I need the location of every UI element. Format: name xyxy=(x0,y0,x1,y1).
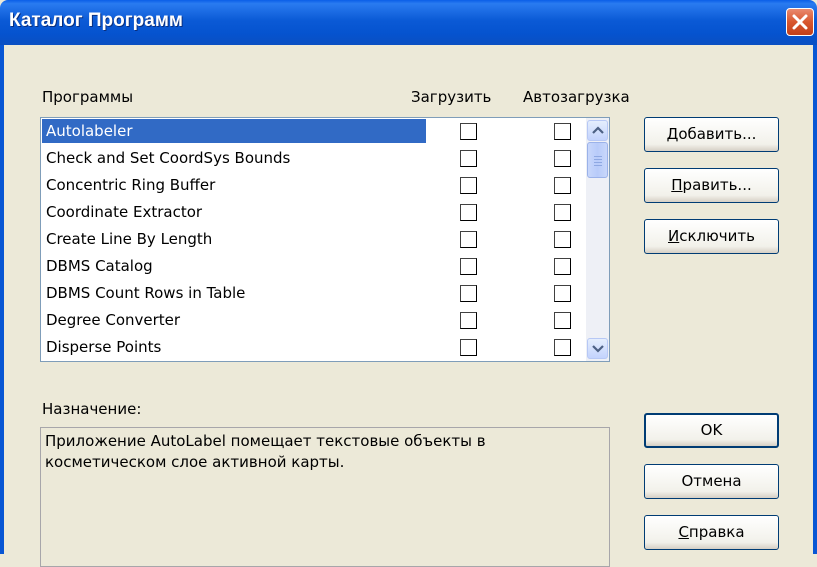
list-item[interactable]: Concentric Ring Buffer xyxy=(41,172,587,199)
autoload-checkbox[interactable] xyxy=(554,285,571,302)
description-box: Приложение AutoLabel помещает текстовые … xyxy=(40,427,610,567)
program-name: Degree Converter xyxy=(46,311,181,329)
scroll-thumb[interactable] xyxy=(587,142,608,178)
load-checkbox[interactable] xyxy=(460,258,477,275)
add-mnemonic: Д xyxy=(666,125,679,143)
edit-label: равить... xyxy=(682,176,752,194)
description-line-2: косметическом слое активной карты. xyxy=(45,453,345,471)
help-mnemonic: С xyxy=(678,523,689,541)
window-border-right xyxy=(813,45,817,554)
scroll-down-button[interactable] xyxy=(587,338,608,359)
cancel-button[interactable]: Отмена xyxy=(644,464,779,499)
autoload-checkbox[interactable] xyxy=(554,123,571,140)
edit-mnemonic: П xyxy=(671,176,683,194)
description-line-1: Приложение AutoLabel помещает текстовые … xyxy=(45,432,486,450)
load-checkbox[interactable] xyxy=(460,285,477,302)
autoload-checkbox[interactable] xyxy=(554,231,571,248)
title-bar: Каталог Программ xyxy=(0,0,817,45)
load-checkbox[interactable] xyxy=(460,123,477,140)
exclude-label: сключить xyxy=(679,227,755,245)
load-header: Загрузить xyxy=(411,88,492,106)
purpose-label: Назначение: xyxy=(42,400,142,418)
program-name: Create Line By Length xyxy=(46,230,213,248)
list-item[interactable]: Check and Set CoordSys Bounds xyxy=(41,145,587,172)
load-checkbox[interactable] xyxy=(460,312,477,329)
close-button[interactable] xyxy=(786,8,814,36)
window-title: Каталог Программ xyxy=(9,10,183,31)
help-label: правка xyxy=(688,523,745,541)
autoload-checkbox[interactable] xyxy=(554,258,571,275)
exclude-button[interactable]: Исключить xyxy=(644,219,779,254)
window-border-left xyxy=(0,45,4,554)
list-item[interactable]: Degree Converter xyxy=(41,307,587,334)
list-item[interactable]: Disperse Points xyxy=(41,334,587,361)
program-name: DBMS Count Rows in Table xyxy=(46,284,246,302)
thumb-grip-line xyxy=(594,162,602,163)
program-name: Autolabeler xyxy=(42,119,426,143)
program-name: Disperse Points xyxy=(46,338,162,356)
vertical-scrollbar[interactable] xyxy=(586,118,609,361)
chevron-up-icon xyxy=(592,126,604,134)
list-item[interactable]: Autolabeler xyxy=(41,118,587,145)
program-name: Coordinate Extractor xyxy=(46,203,203,221)
program-name: Concentric Ring Buffer xyxy=(46,176,216,194)
list-item[interactable]: DBMS Count Rows in Table xyxy=(41,280,587,307)
close-x-icon xyxy=(792,14,808,30)
autoload-checkbox[interactable] xyxy=(554,312,571,329)
exclude-mnemonic: И xyxy=(668,227,680,245)
program-name: Check and Set CoordSys Bounds xyxy=(46,149,291,167)
list-item[interactable]: DBMS Catalog xyxy=(41,253,587,280)
autoload-checkbox[interactable] xyxy=(554,204,571,221)
list-item[interactable]: Coordinate Extractor xyxy=(41,199,587,226)
chevron-down-icon xyxy=(592,345,604,353)
thumb-grip-line xyxy=(594,156,602,157)
program-name: DBMS Catalog xyxy=(46,257,153,275)
load-checkbox[interactable] xyxy=(460,204,477,221)
list-item[interactable]: Create Line By Length xyxy=(41,226,587,253)
add-button[interactable]: Добавить... xyxy=(644,117,779,152)
autoload-checkbox[interactable] xyxy=(554,339,571,356)
help-button[interactable]: Справка xyxy=(644,515,779,550)
autoload-checkbox[interactable] xyxy=(554,177,571,194)
load-checkbox[interactable] xyxy=(460,177,477,194)
programs-list[interactable]: Autolabeler Check and Set CoordSys Bounds… xyxy=(40,117,610,362)
load-checkbox[interactable] xyxy=(460,231,477,248)
thumb-grip-line xyxy=(594,159,602,160)
programs-header: Программы xyxy=(42,88,134,106)
scroll-up-button[interactable] xyxy=(587,120,608,141)
autoload-header: Автозагрузка xyxy=(523,88,630,106)
add-label: обавить... xyxy=(678,125,757,143)
edit-button[interactable]: Править... xyxy=(644,168,779,203)
load-checkbox[interactable] xyxy=(460,339,477,356)
ok-button[interactable]: OK xyxy=(644,413,779,448)
thumb-grip-line xyxy=(594,165,602,166)
load-checkbox[interactable] xyxy=(460,150,477,167)
autoload-checkbox[interactable] xyxy=(554,150,571,167)
